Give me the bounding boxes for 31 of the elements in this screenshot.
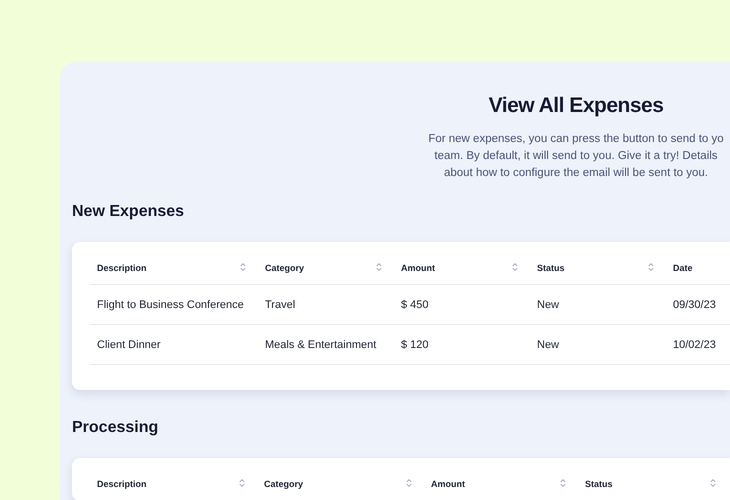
sort-icon[interactable] xyxy=(510,262,520,272)
table-cell: $ 450 xyxy=(401,299,429,311)
sort-icon[interactable] xyxy=(237,478,247,488)
section-heading: New Expenses xyxy=(72,202,186,222)
table-cell: New xyxy=(537,339,560,351)
sort-icon[interactable] xyxy=(374,262,384,272)
table-cell: Flight to Business Conference xyxy=(97,299,244,311)
column-header: Category xyxy=(264,478,304,491)
column-header: Amount xyxy=(401,262,435,274)
column-header: Date xyxy=(673,262,693,274)
sort-icon[interactable] xyxy=(404,478,414,488)
page-title: View All Expenses xyxy=(488,93,664,119)
page-description: For new expenses, you can press the button to send to yo team. By default, it will send to you. Give it a try! Details about how to configure the email will be sent to you. xyxy=(428,132,724,180)
section-heading: Processing xyxy=(72,418,160,438)
table-cell: 09/30/23 xyxy=(673,299,716,311)
sort-icon[interactable] xyxy=(708,478,718,488)
table-cell: Travel xyxy=(265,299,296,311)
column-header: Category xyxy=(265,262,304,275)
column-header: Status xyxy=(585,478,613,490)
column-header: Status xyxy=(537,262,565,274)
table-cell: 10/02/23 xyxy=(673,339,716,351)
column-header: Description xyxy=(97,478,147,491)
sort-icon[interactable] xyxy=(558,478,568,488)
column-header: Amount xyxy=(431,478,465,490)
sort-icon[interactable] xyxy=(238,262,248,272)
table-cell: Client Dinner xyxy=(97,339,161,351)
column-header: Description xyxy=(97,262,147,275)
table-cell: Meals & Entertainment xyxy=(265,339,376,351)
sort-icon[interactable] xyxy=(646,262,656,272)
table-cell: New xyxy=(537,299,560,311)
table-cell: $ 120 xyxy=(401,339,429,351)
